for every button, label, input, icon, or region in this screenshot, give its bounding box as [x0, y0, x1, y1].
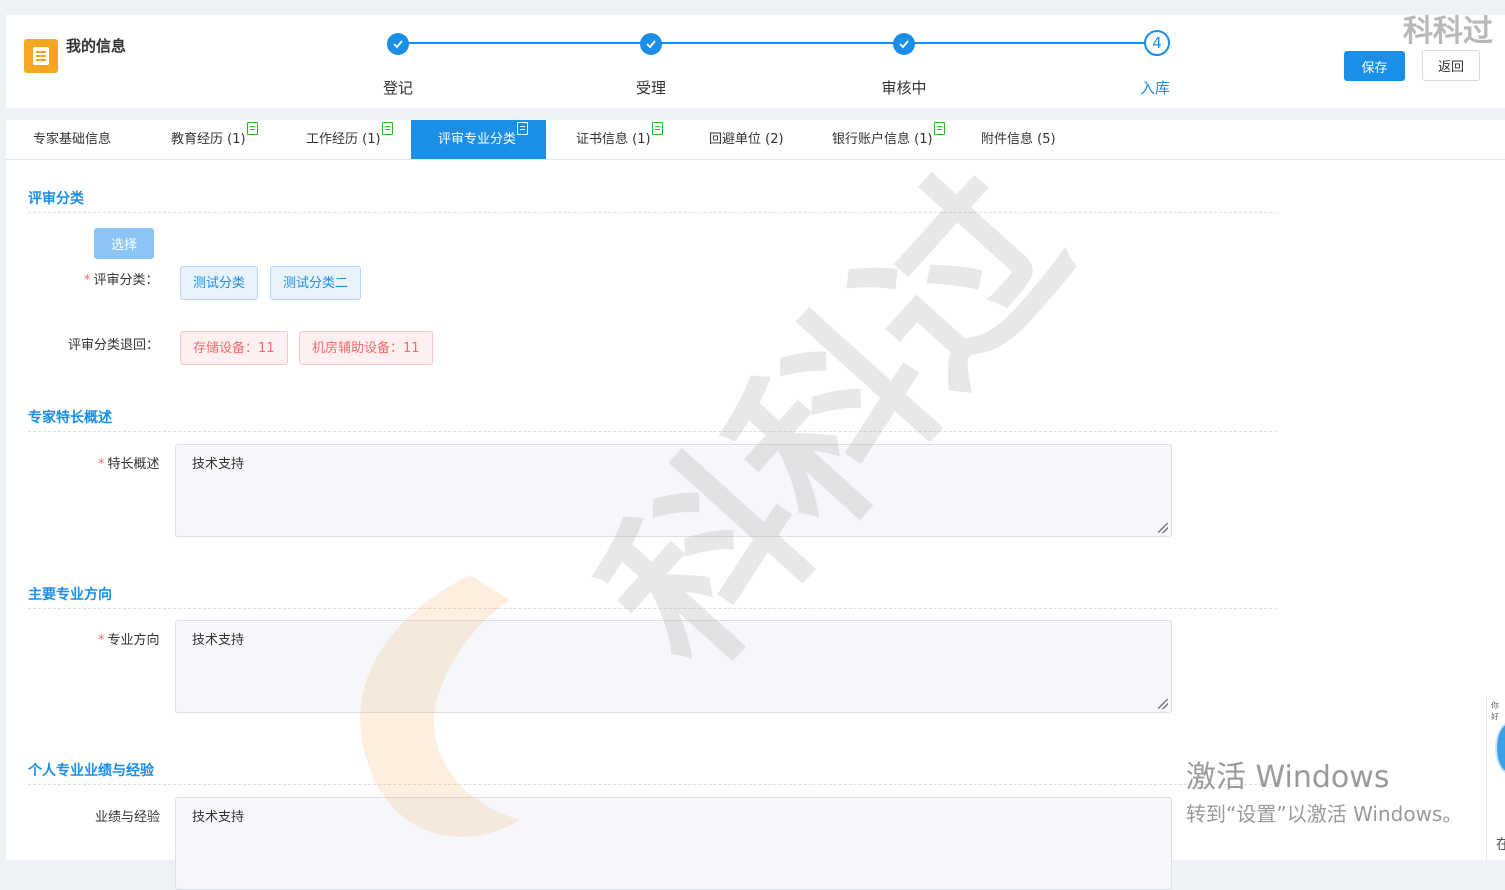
- expertise-label: * 特长概述: [98, 457, 160, 472]
- required-mark: *: [98, 457, 105, 472]
- tab-label: 回避单位 (2): [709, 132, 784, 147]
- step-label-accept: 受理: [635, 79, 667, 97]
- section-title-review-category: 评审分类: [28, 191, 84, 207]
- tab-label: 证书信息 (1): [576, 132, 651, 147]
- save-button[interactable]: 保存: [1344, 51, 1405, 81]
- tab-avoid-units[interactable]: 回避单位 (2): [709, 120, 784, 159]
- section-divider: [28, 212, 1277, 213]
- list-icon: [24, 39, 58, 73]
- expertise-value: 技术支持: [192, 457, 245, 472]
- section-divider: [28, 608, 1277, 609]
- tab-label: 教育经历 (1): [171, 132, 246, 147]
- widget-text: 在: [1496, 837, 1505, 853]
- returned-label: 评审分类退回：: [68, 338, 160, 353]
- major-direction-textarea[interactable]: 技术支持: [175, 620, 1172, 713]
- assistant-avatar-icon[interactable]: [1495, 722, 1505, 774]
- tab-review-category[interactable]: 评审专业分类: [411, 120, 546, 159]
- document-icon: [246, 122, 258, 135]
- step-check-icon: [640, 33, 662, 55]
- required-mark: *: [84, 273, 91, 288]
- tab-bar: 专家基础信息 教育经历 (1) 工作经历 (1) 评审专业分类 证书信息 (1)…: [6, 120, 1505, 160]
- tab-certificate[interactable]: 证书信息 (1): [576, 120, 663, 159]
- activation-subtitle: 转到“设置”以激活 Windows。: [1186, 802, 1463, 826]
- document-icon: [651, 122, 663, 135]
- step-label-review: 审核中: [881, 79, 927, 97]
- select-button[interactable]: 选择: [94, 228, 154, 259]
- step-label-store: 入库: [1139, 79, 1171, 97]
- category-label: * 评审分类：: [84, 273, 159, 288]
- widget-greeting: 你好: [1491, 701, 1499, 721]
- tab-label: 银行账户信息 (1): [832, 132, 933, 147]
- resize-handle[interactable]: [1158, 523, 1168, 533]
- stepper-line: [403, 42, 1153, 44]
- major-direction-label: * 专业方向: [98, 633, 160, 648]
- document-icon: [517, 122, 529, 135]
- section-title-major-direction: 主要专业方向: [28, 587, 112, 603]
- section-divider: [28, 784, 1277, 785]
- experience-textarea[interactable]: 技术支持: [175, 797, 1172, 890]
- returned-tag: 存储设备：11: [180, 331, 288, 365]
- activation-title: 激活 Windows: [1186, 760, 1390, 795]
- tab-label: 专家基础信息: [33, 132, 112, 147]
- step-label-register: 登记: [382, 79, 414, 97]
- page-header: 我的信息 4 登记 受理 审核中 入库 保存 返回: [6, 15, 1505, 108]
- tab-basic-info[interactable]: 专家基础信息: [33, 120, 111, 159]
- page-title: 我的信息: [66, 37, 127, 55]
- document-icon: [381, 122, 393, 135]
- tab-work[interactable]: 工作经历 (1): [306, 120, 393, 159]
- back-button[interactable]: 返回: [1422, 50, 1480, 81]
- tab-label: 附件信息 (5): [981, 132, 1056, 147]
- experience-value: 技术支持: [192, 810, 245, 825]
- tab-education[interactable]: 教育经历 (1): [171, 120, 258, 159]
- tab-label: 评审专业分类: [438, 132, 517, 147]
- tab-label: 工作经历 (1): [306, 132, 381, 147]
- category-tag[interactable]: 测试分类二: [270, 266, 362, 300]
- corner-watermark: 科科过: [1403, 14, 1493, 49]
- major-direction-value: 技术支持: [192, 633, 245, 648]
- required-mark: *: [98, 633, 105, 648]
- category-tag[interactable]: 测试分类: [180, 266, 259, 300]
- step-check-icon: [387, 33, 409, 55]
- expertise-textarea[interactable]: 技术支持: [175, 444, 1172, 537]
- section-title-experience: 个人专业业绩与经验: [28, 763, 154, 779]
- step-check-icon: [893, 33, 915, 55]
- windows-activation-notice: 激活 Windows 转到“设置”以激活 Windows。: [1186, 752, 1462, 827]
- section-divider: [28, 431, 1277, 432]
- document-icon: [933, 122, 945, 135]
- tab-attachments[interactable]: 附件信息 (5): [981, 120, 1056, 159]
- tab-bank-account[interactable]: 银行账户信息 (1): [832, 120, 945, 159]
- section-title-expertise: 专家特长概述: [28, 410, 112, 426]
- step-number-current: 4: [1144, 30, 1170, 56]
- resize-handle[interactable]: [1158, 699, 1168, 709]
- returned-tag: 机房辅助设备：11: [299, 331, 433, 365]
- floating-help-widget[interactable]: 你好 在: [1486, 698, 1505, 860]
- experience-label: 业绩与经验: [95, 810, 161, 825]
